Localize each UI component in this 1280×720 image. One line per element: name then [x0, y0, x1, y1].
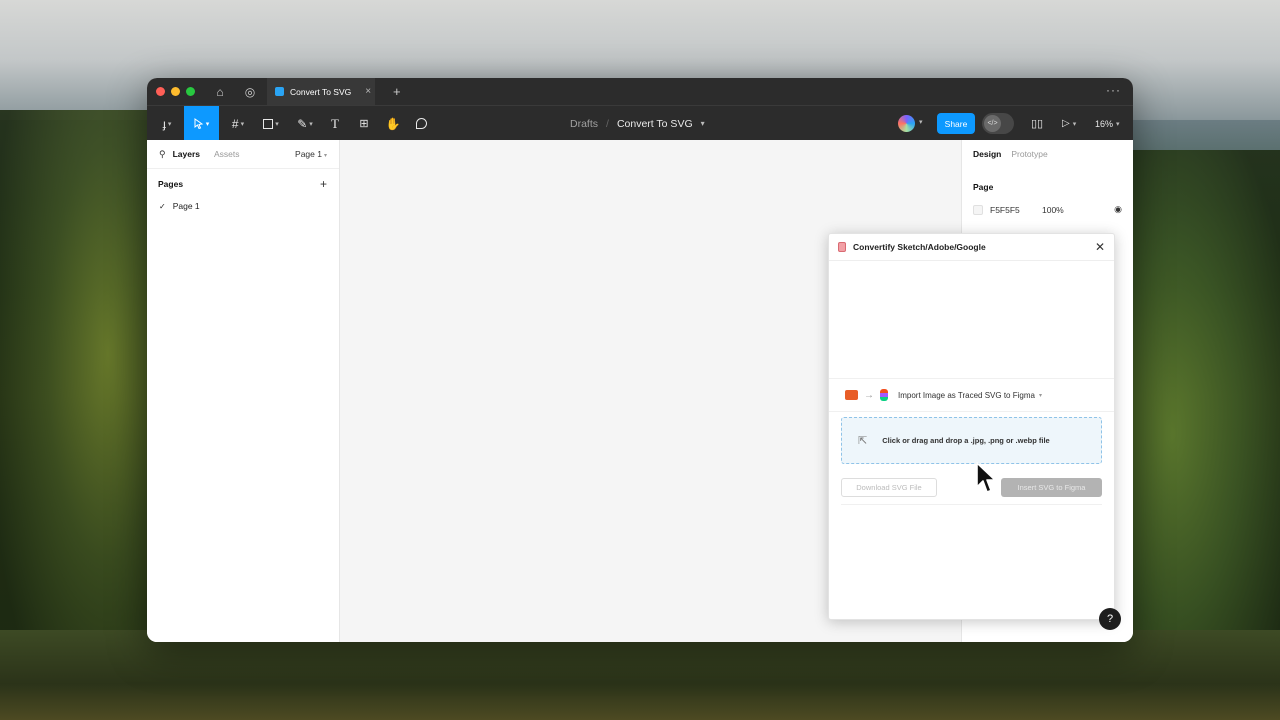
text-tool-button[interactable]: T — [327, 106, 343, 141]
move-tool-icon — [194, 118, 204, 129]
right-panel-tabs: Design Prototype — [962, 140, 1133, 168]
more-icon[interactable]: ··· — [1106, 83, 1121, 97]
plugin-title: Convertify Sketch/Adobe/Google — [853, 242, 986, 252]
minimize-window-button[interactable] — [171, 87, 180, 96]
close-window-button[interactable] — [156, 87, 165, 96]
book-icon: ▯▯ — [1031, 118, 1044, 130]
globe-icon[interactable]: ◎ — [243, 85, 257, 99]
code-icon: </> — [984, 115, 1001, 132]
share-button[interactable]: Share — [937, 113, 975, 134]
comment-icon — [415, 118, 427, 129]
chevron-down-icon: ▾ — [1038, 392, 1042, 399]
image-icon — [845, 390, 858, 400]
image-import-icon: ⇱ — [858, 435, 868, 447]
tab-label: Convert To SVG — [290, 86, 352, 97]
pages-header: Pages + — [147, 168, 339, 198]
chevron-down-icon[interactable]: ▾ — [701, 119, 705, 128]
shape-tool-icon — [263, 118, 274, 129]
color-swatch[interactable] — [973, 204, 983, 215]
page-fill-row: F5F5F5 100% ◉ — [973, 204, 1122, 215]
move-tool-button[interactable]: ▾ — [184, 106, 219, 141]
breadcrumb-separator: / — [606, 117, 609, 130]
import-mode-selector[interactable]: → Import Image as Traced SVG to Figma ▾ — [829, 379, 1114, 412]
comment-tool-button[interactable] — [413, 106, 429, 141]
resources-icon: ⊞ — [359, 118, 369, 130]
window-controls — [156, 87, 195, 96]
maximize-window-button[interactable] — [186, 87, 195, 96]
toolbar: ɟ ▾ ▾ # ▾ ▾ ✎ ▾ T ⊞ ✋ Drafts / Convert To S… — [147, 105, 1133, 141]
cursor-icon — [976, 462, 996, 493]
close-tab-icon[interactable]: × — [365, 86, 371, 97]
file-name[interactable]: Convert To SVG — [617, 118, 693, 130]
chevron-down-icon[interactable]: ▾ — [919, 118, 923, 126]
plugin-window: Convertify Sketch/Adobe/Google ✕ → Impor… — [828, 233, 1115, 620]
pen-tool-icon: ✎ — [297, 116, 308, 131]
figma-menu-icon: ɟ — [162, 116, 166, 131]
new-tab-button[interactable]: + — [393, 84, 401, 99]
resources-button[interactable]: ⊞ — [356, 106, 372, 141]
hand-tool-button[interactable]: ✋ — [385, 106, 401, 141]
plugin-logo-icon — [838, 242, 846, 252]
zoom-level: 16% — [1095, 118, 1114, 129]
page-selector[interactable]: Page 1 ▾ — [295, 149, 327, 159]
page-section: Page F5F5F5 100% ◉ — [962, 168, 1133, 215]
arrow-right-icon: → — [864, 389, 874, 401]
main-menu-button[interactable]: ɟ ▾ — [155, 106, 179, 141]
zoom-control[interactable]: 16% ▾ — [1095, 106, 1120, 141]
layers-panel: ⚲ Layers Assets Page 1 ▾ Pages + ✓ Page 1 — [147, 140, 340, 642]
home-icon[interactable]: ⌂ — [213, 85, 227, 99]
fill-hex-input[interactable]: F5F5F5 — [990, 205, 1042, 215]
avatar[interactable] — [898, 115, 915, 132]
download-svg-button[interactable]: Download SVG File — [841, 478, 937, 497]
figma-logo-icon — [880, 389, 888, 401]
import-mode-label: Import Image as Traced SVG to Figma — [898, 390, 1035, 400]
search-icon[interactable]: ⚲ — [159, 149, 166, 160]
page-selector-label: Page 1 — [295, 149, 322, 159]
left-panel-tabs: ⚲ Layers Assets Page 1 ▾ — [147, 140, 339, 168]
desktop-wallpaper-forest — [0, 630, 1280, 720]
plugin-preview-area — [829, 261, 1114, 379]
help-button[interactable]: ? — [1099, 608, 1121, 630]
frame-tool-icon: # — [231, 116, 239, 131]
tab-layers[interactable]: Layers — [173, 149, 200, 159]
page-section-title: Page — [973, 182, 994, 192]
file-drop-zone[interactable]: ⇱ Click or drag and drop a .jpg, .png or… — [841, 417, 1102, 464]
breadcrumb: Drafts / Convert To SVG ▾ — [570, 106, 705, 141]
plugin-header: Convertify Sketch/Adobe/Google ✕ — [829, 234, 1114, 261]
breadcrumb-drafts[interactable]: Drafts — [570, 118, 598, 130]
page-list-item[interactable]: ✓ Page 1 — [147, 198, 339, 214]
frame-tool-button[interactable]: # ▾ — [225, 106, 251, 141]
play-icon: ▷ — [1062, 118, 1070, 129]
close-icon[interactable]: ✕ — [1095, 240, 1105, 254]
tab-convert-to-svg[interactable]: Convert To SVG × — [267, 78, 375, 105]
pen-tool-button[interactable]: ✎ ▾ — [292, 106, 318, 141]
add-page-button[interactable]: + — [320, 177, 327, 191]
page-item-label: Page 1 — [172, 201, 200, 211]
hand-tool-icon: ✋ — [385, 116, 401, 131]
tab-design[interactable]: Design — [973, 149, 1001, 159]
chevron-down-icon: ▾ — [323, 153, 327, 159]
dev-mode-toggle[interactable]: </> — [982, 113, 1014, 134]
chevron-down-icon: ▾ — [1116, 120, 1120, 128]
tab-assets[interactable]: Assets — [214, 149, 240, 159]
drop-zone-label: Click or drag and drop a .jpg, .png or .… — [882, 436, 1050, 445]
shape-tool-button[interactable]: ▾ — [258, 106, 284, 141]
insert-svg-button[interactable]: Insert SVG to Figma — [1001, 478, 1102, 497]
library-button[interactable]: ▯▯ — [1031, 106, 1043, 141]
check-icon: ✓ — [159, 201, 166, 211]
text-tool-icon: T — [331, 115, 339, 131]
plugin-actions: Download SVG File Insert SVG to Figma — [841, 478, 1102, 505]
eye-icon[interactable]: ◉ — [1114, 204, 1122, 215]
fill-opacity-input[interactable]: 100% — [1042, 205, 1064, 215]
figma-file-icon — [275, 87, 284, 96]
present-button[interactable]: ▷ ▾ — [1062, 106, 1076, 141]
title-bar: ⌂ ◎ Convert To SVG × + ··· — [147, 78, 1133, 105]
pages-title: Pages — [158, 178, 184, 189]
tab-prototype[interactable]: Prototype — [1011, 149, 1047, 159]
